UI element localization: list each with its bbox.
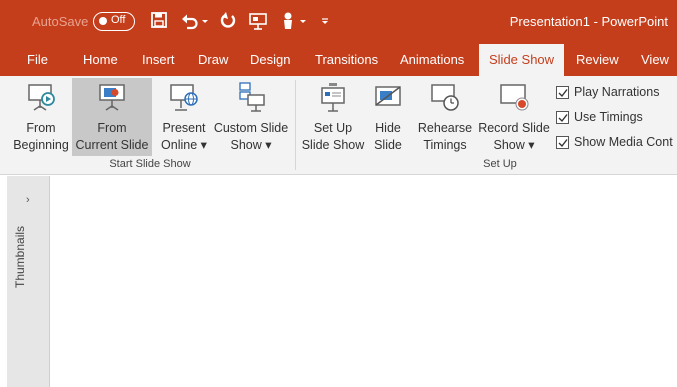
window-title: Presentation1 - PowerPoint [509,14,668,29]
toggle-knob [99,17,107,25]
thumbnails-panel[interactable]: › Thumbnails [7,176,50,387]
autosave-toggle[interactable]: Off [93,12,135,31]
custom-slide-show-icon [234,80,268,119]
autosave-state: Off [111,14,126,26]
present-online-button[interactable]: Present Online ▾ [156,78,212,156]
record-label-2: Show ▾ [493,138,535,152]
use-timings-label: Use Timings [574,110,643,124]
from-beginning-label-1: From [26,121,56,135]
autosave-label: AutoSave [32,14,89,29]
touch-mode-icon[interactable] [280,11,300,31]
from-current-label-1: From [97,121,127,135]
touch-dropdown-icon[interactable] [299,11,309,31]
ribbon-tabs: File Home Insert Draw Design Transitions… [0,44,677,76]
show-media-controls-label: Show Media Cont [574,135,673,149]
present-icon[interactable] [248,11,268,31]
record-label-1: Record Slide [478,121,550,135]
tab-file[interactable]: File [27,52,48,67]
group-divider [295,80,296,170]
checkbox-box [556,86,569,99]
hide-slide-button[interactable]: Hide Slide [369,78,407,156]
hide-slide-icon [371,80,405,119]
present-online-label-2: Online ▾ [161,138,207,152]
customize-icon[interactable] [320,11,332,31]
from-current-slide-icon [95,80,129,119]
checkbox-box [556,111,569,124]
undo-icon[interactable] [180,11,200,31]
start-slide-show-group-label: Start Slide Show [109,158,191,170]
record-slide-show-icon [497,80,531,119]
tab-transitions[interactable]: Transitions [315,52,378,67]
custom-show-label-2: Show ▾ [230,138,272,152]
save-icon[interactable] [150,11,170,31]
expand-chevron-icon[interactable]: › [26,194,30,206]
title-bar: AutoSave Off Presentation1 - PowerPoint [0,0,677,44]
custom-show-label-1: Custom Slide [213,121,289,135]
ribbon: From Beginning From Current Slide Presen… [0,76,677,175]
rehearse-label-2: Timings [423,138,467,152]
rehearse-timings-icon [428,80,462,119]
from-beginning-label-2: Beginning [13,138,69,152]
present-online-label-1: Present [162,121,206,135]
set-up-group-label: Set Up [483,158,517,170]
checkbox-box [556,136,569,149]
tab-view[interactable]: View [641,52,669,67]
hide-slide-label-1: Hide [375,121,401,135]
hide-slide-label-2: Slide [374,138,402,152]
from-beginning-icon [24,80,58,119]
rehearse-label-1: Rehearse [417,121,473,135]
set-up-slide-show-button[interactable]: Set Up Slide Show [299,78,367,156]
redo-icon[interactable] [218,11,238,31]
tab-insert[interactable]: Insert [142,52,175,67]
set-up-label-1: Set Up [313,121,353,135]
undo-dropdown-icon[interactable] [201,11,211,31]
tab-animations[interactable]: Animations [400,52,464,67]
from-current-slide-button[interactable]: From Current Slide [72,78,152,156]
from-beginning-button[interactable]: From Beginning [10,78,72,156]
tab-draw[interactable]: Draw [198,52,228,67]
set-up-slide-show-icon [316,80,350,119]
from-current-label-2: Current Slide [75,138,149,152]
present-online-icon [167,80,201,119]
tab-review[interactable]: Review [576,52,619,67]
rehearse-timings-button[interactable]: Rehearse Timings [417,78,473,156]
thumbnails-label: Thumbnails [13,225,27,288]
tab-slide-show[interactable]: Slide Show [479,44,565,76]
set-up-label-2: Slide Show [301,138,365,152]
slide-canvas[interactable] [50,176,677,387]
tab-design[interactable]: Design [250,52,290,67]
tab-home[interactable]: Home [83,52,118,67]
play-narrations-label: Play Narrations [574,85,660,99]
record-slide-show-button[interactable]: Record Slide Show ▾ [476,78,552,156]
custom-slide-show-button[interactable]: Custom Slide Show ▾ [211,78,291,156]
